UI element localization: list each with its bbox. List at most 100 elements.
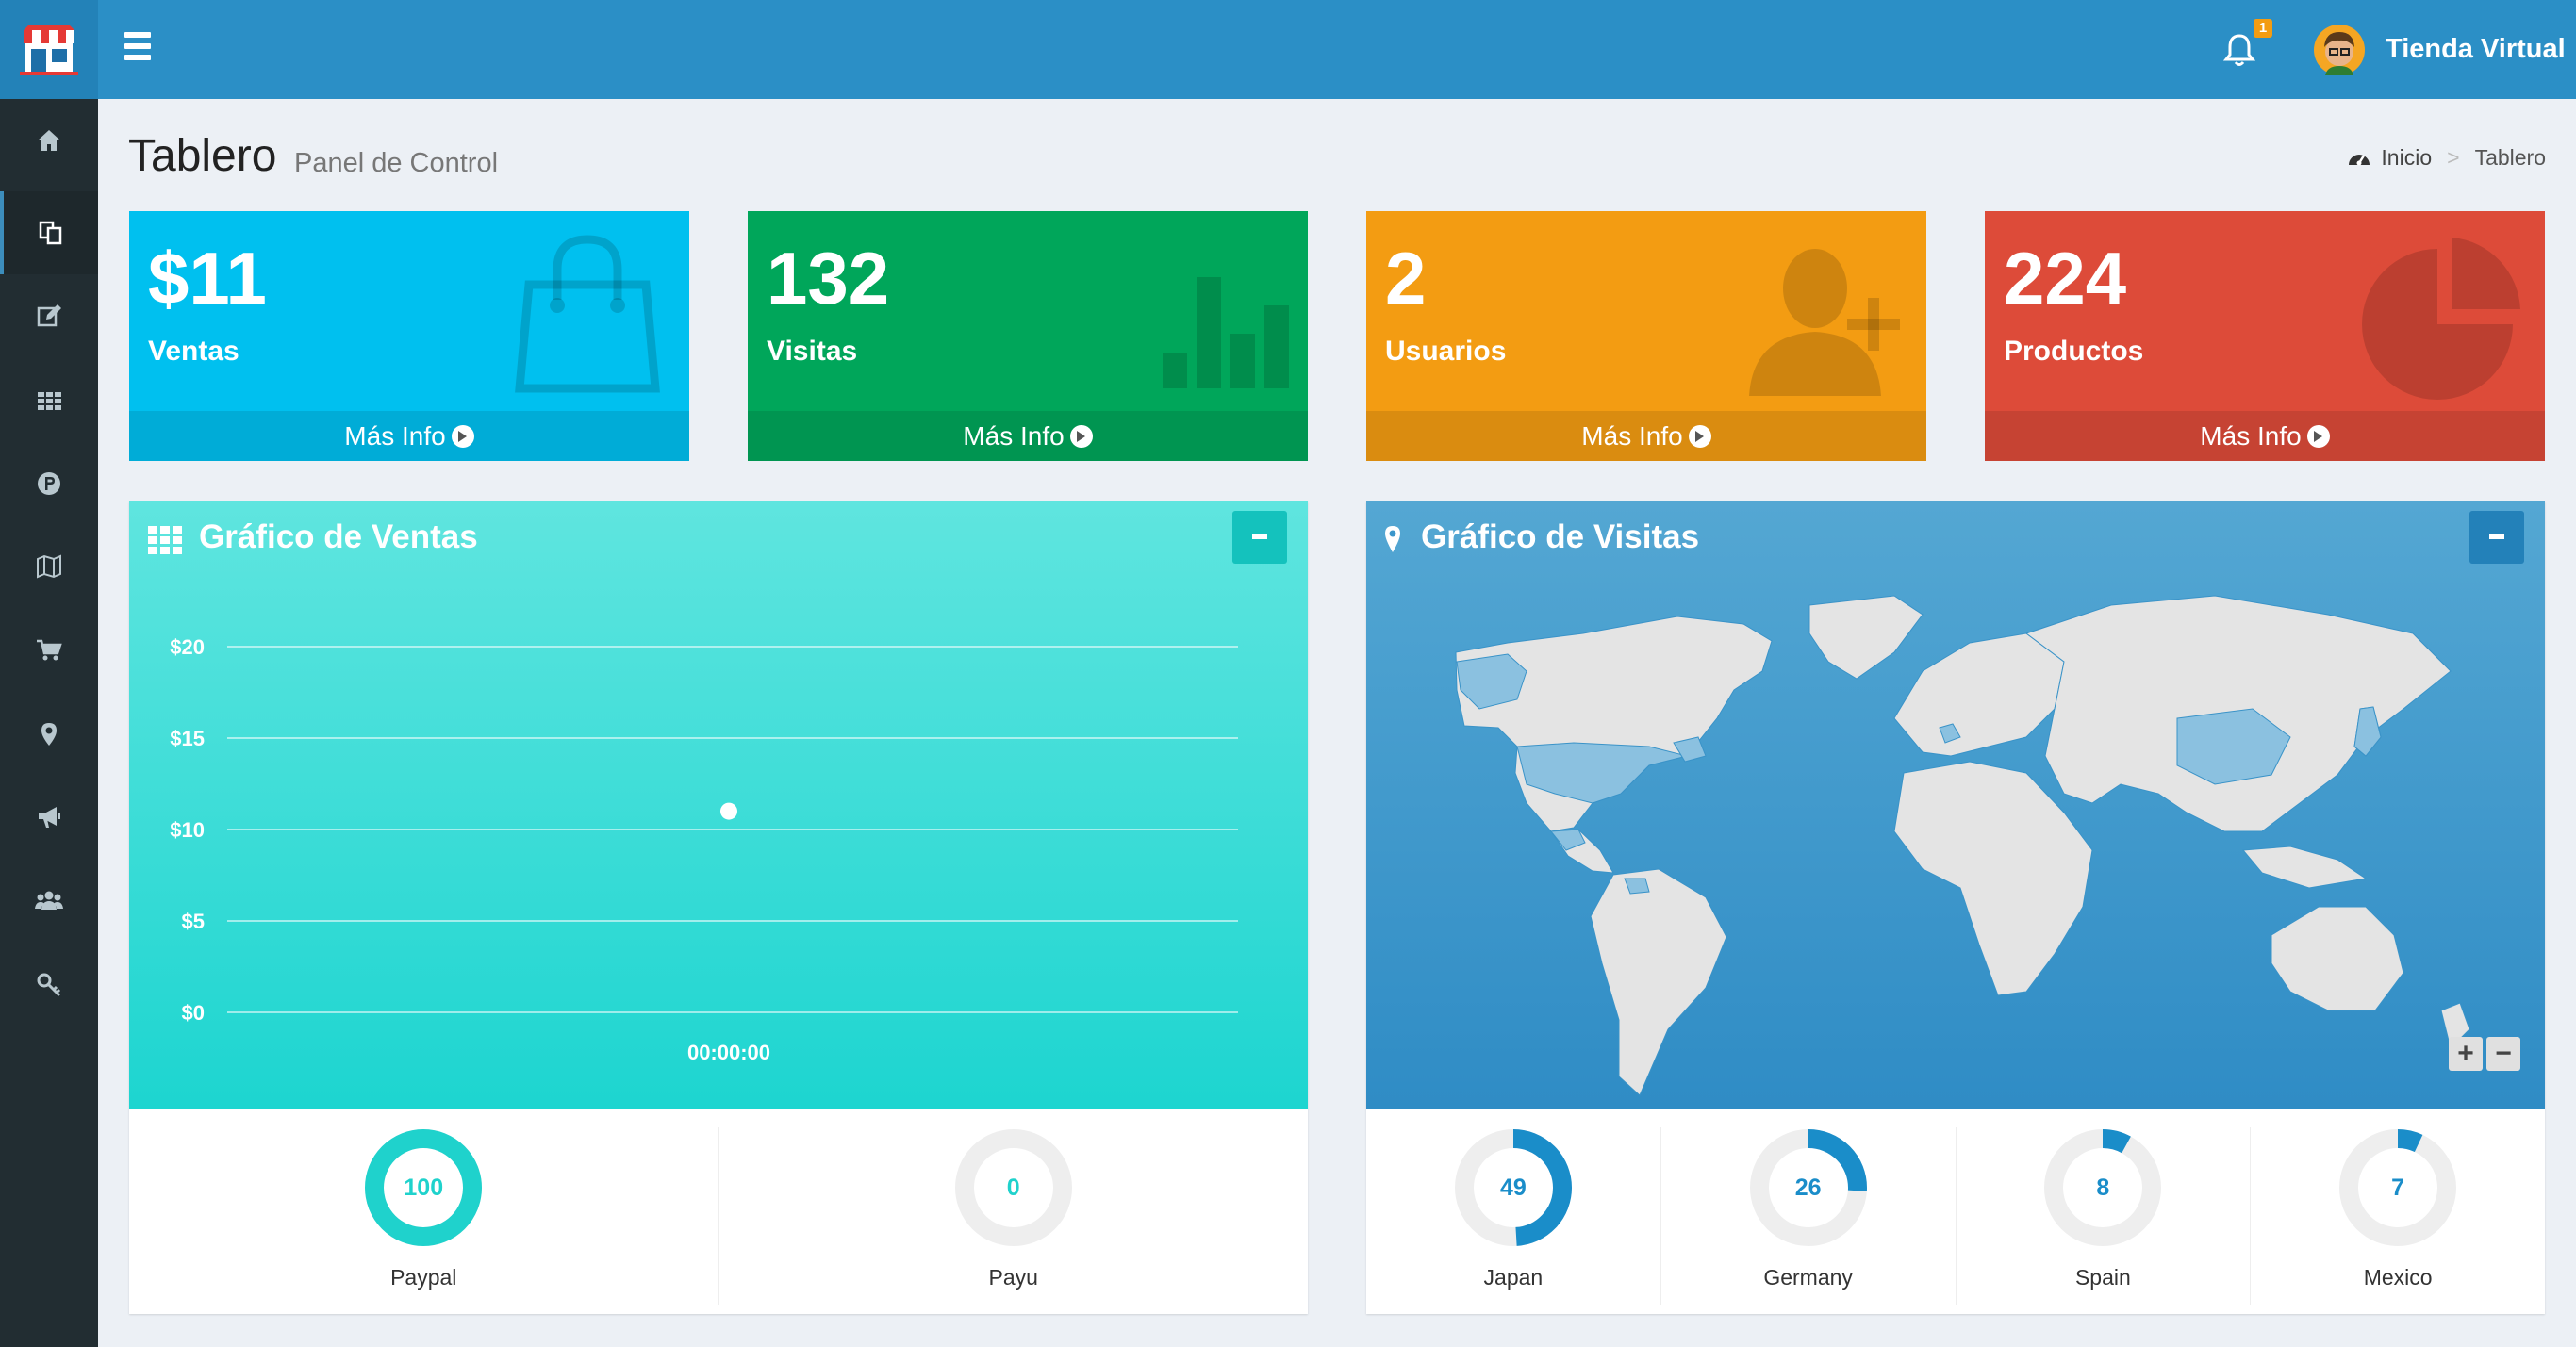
- payment-methods-row: 100 Paypal 0 Payu: [129, 1109, 1308, 1314]
- knob-label: Payu: [988, 1265, 1038, 1290]
- knob-spain: 8 Spain: [1957, 1127, 2252, 1305]
- australia-shape: [2271, 906, 2404, 1011]
- knob-label: Germany: [1763, 1265, 1853, 1290]
- sales-chart-panel: Gráfico de Ventas $0 $5 $10 $15 $20 00:00:00 …: [129, 501, 1308, 1314]
- arrow-circle-right-icon: [1688, 424, 1711, 448]
- sidebar-item-dashboard[interactable]: [0, 191, 98, 274]
- y-tick-label: $5: [182, 910, 205, 933]
- arrow-circle-right-icon: [2306, 424, 2330, 448]
- collapse-button[interactable]: [2469, 511, 2524, 564]
- knob-track: [2044, 1129, 2162, 1246]
- africa-shape: [1893, 761, 2093, 996]
- pie-chart-icon: [2362, 238, 2520, 400]
- map-icon: [37, 554, 61, 579]
- sidebar-item-users[interactable]: [0, 859, 98, 942]
- knob-ring: [2044, 1129, 2162, 1246]
- more-info-link[interactable]: Más Info: [129, 411, 689, 461]
- y-tick-label: $0: [182, 1001, 205, 1025]
- map-zoom-out-button[interactable]: −: [2486, 1037, 2520, 1071]
- arrow-circle-right-icon: [1069, 424, 1093, 448]
- stat-label: Ventas: [148, 336, 239, 367]
- paypal-icon: [38, 472, 60, 495]
- sidebar-item-products[interactable]: [0, 442, 98, 525]
- knob-ring: [1454, 1129, 1572, 1246]
- collapse-button[interactable]: [1232, 511, 1287, 564]
- user-name[interactable]: Tienda Virtual: [2386, 34, 2566, 65]
- more-info-link[interactable]: Más Info: [748, 411, 1308, 461]
- north-america-shape: [1455, 616, 1773, 832]
- cart-icon: [37, 639, 62, 661]
- indonesia-shape: [2241, 846, 2368, 889]
- map-marker-icon: [1385, 526, 1400, 552]
- sales-chart-header: Gráfico de Ventas $0 $5 $10 $15 $20 00:00:00: [129, 501, 1308, 1109]
- page-title: Tablero: [128, 131, 277, 181]
- user-plus-icon: [1749, 249, 1900, 396]
- x-tick-label: 00:00:00: [687, 1041, 770, 1064]
- knob-ring: [1749, 1129, 1867, 1246]
- y-tick-label: $20: [170, 635, 205, 659]
- breadcrumb-current: Tablero: [2474, 145, 2546, 170]
- stat-label: Productos: [2004, 336, 2144, 367]
- knob-label: Spain: [2074, 1265, 2131, 1290]
- south-america-shape: [1590, 868, 1727, 1096]
- visits-map-title: Gráfico de Visitas: [1421, 518, 1700, 555]
- arrow-circle-right-icon: [451, 424, 474, 448]
- sidebar-item-marketing[interactable]: [0, 776, 98, 859]
- more-info-link[interactable]: Más Info: [1366, 411, 1926, 461]
- more-info-link[interactable]: Más Info: [1985, 411, 2545, 461]
- y-tick-label: $15: [170, 727, 205, 750]
- sidebar-item-settings[interactable]: [0, 944, 98, 1027]
- data-point[interactable]: [720, 802, 737, 820]
- breadcrumb: Inicio > Tablero: [2347, 145, 2546, 171]
- sidebar-item-categories[interactable]: [0, 359, 98, 442]
- breadcrumb-home-link[interactable]: Inicio: [2381, 145, 2432, 171]
- knob-ring: [2339, 1129, 2457, 1246]
- stat-box-visits: 132 Visitas Más Info: [748, 211, 1308, 461]
- visits-map-panel: Gráfico de Visitas + − 49 Japan 26 Germa…: [1366, 501, 2545, 1314]
- more-info-label: Más Info: [963, 421, 1065, 451]
- breadcrumb-separator: >: [2447, 145, 2460, 170]
- more-info-label: Más Info: [1581, 421, 1683, 451]
- knob-label: Mexico: [2363, 1265, 2433, 1290]
- shopping-bag-icon: [515, 235, 660, 393]
- avatar[interactable]: [2314, 25, 2365, 75]
- stat-box-sales: $11 Ventas Más Info: [129, 211, 689, 461]
- knob-payu: 0 Payu: [719, 1127, 1309, 1305]
- knob-germany: 26 Germany: [1661, 1127, 1957, 1305]
- knob-ring: [365, 1129, 483, 1246]
- sidebar-item-edit[interactable]: [0, 274, 98, 357]
- users-icon: [35, 891, 63, 910]
- knob-paypal: 100 Paypal: [129, 1127, 719, 1305]
- stat-box-users: 2 Usuarios Más Info: [1366, 211, 1926, 461]
- sidebar-item-map[interactable]: [0, 525, 98, 608]
- page-subtitle: Panel de Control: [294, 148, 499, 178]
- knob-mexico: 7 Mexico: [2251, 1127, 2545, 1305]
- knob-label: Japan: [1483, 1265, 1544, 1290]
- hamburger-menu-icon[interactable]: [121, 32, 158, 66]
- world-map[interactable]: [1366, 567, 2545, 1109]
- sidebar-item-visits[interactable]: [0, 693, 98, 776]
- stat-box-products: 224 Productos Más Info: [1985, 211, 2545, 461]
- knob-track: [954, 1129, 1072, 1246]
- map-marker-icon: [41, 723, 57, 746]
- dashboard-icon: [39, 221, 62, 245]
- bar-chart-icon: [1163, 277, 1289, 388]
- store-logo[interactable]: [0, 0, 98, 99]
- more-info-label: Más Info: [344, 421, 446, 451]
- edit-icon: [37, 304, 61, 327]
- th-icon: [148, 526, 182, 554]
- sales-line-chart: $0 $5 $10 $15 $20 00:00:00: [170, 635, 1238, 1064]
- more-info-label: Más Info: [2200, 421, 2302, 451]
- key-icon: [37, 973, 61, 997]
- y-tick-label: $10: [170, 818, 205, 842]
- knob-track: [2339, 1129, 2457, 1246]
- knob-ring: [954, 1129, 1072, 1246]
- greenland-shape: [1808, 595, 1924, 680]
- sidebar-item-home[interactable]: [0, 99, 98, 182]
- sidebar: [0, 99, 98, 1347]
- stat-value: 224: [2004, 237, 2127, 320]
- map-zoom-in-button[interactable]: +: [2449, 1037, 2483, 1071]
- home-icon: [38, 130, 60, 151]
- sidebar-item-sales[interactable]: [0, 608, 98, 691]
- europe-shape: [1893, 632, 2065, 757]
